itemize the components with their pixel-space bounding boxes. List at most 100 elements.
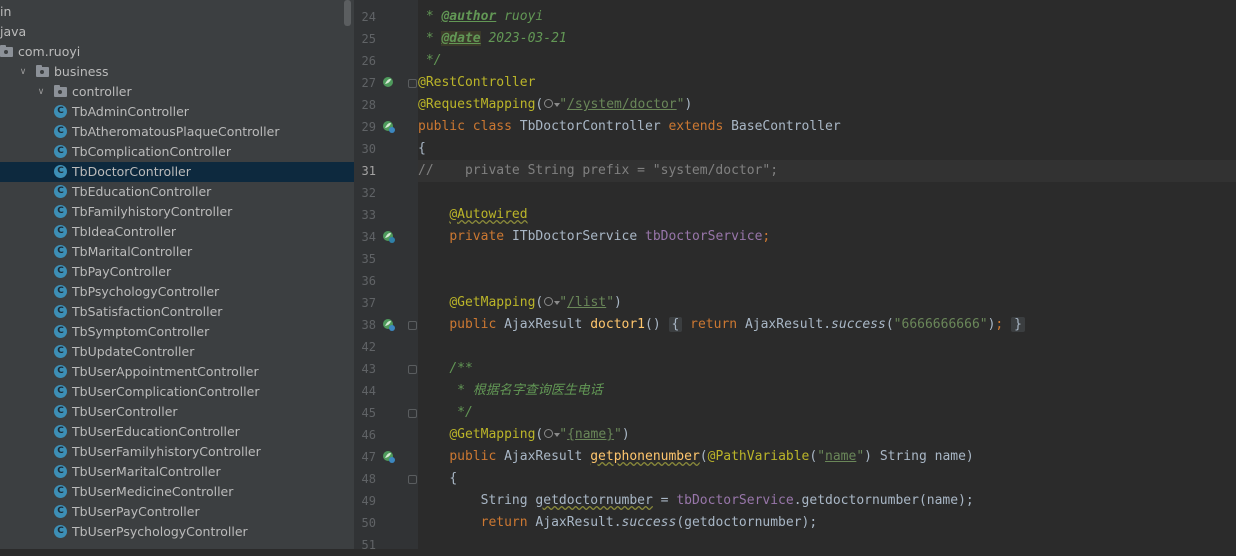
globe-icon[interactable] (543, 98, 561, 110)
java-class-icon: C (54, 205, 67, 218)
tree-item-package[interactable]: ∨ controller (0, 82, 354, 102)
tree-item-class[interactable]: C TbSymptomController (0, 322, 354, 342)
java-class-icon: C (54, 485, 67, 498)
tree-item-text[interactable]: in (0, 2, 354, 22)
tree-item-class[interactable]: C TbUserPsychologyController (0, 522, 354, 542)
line-number: 44 (361, 384, 376, 398)
code-line-46: @GetMapping("{name}") (449, 427, 630, 442)
code-line-48: { (449, 471, 458, 486)
tree-item-class[interactable]: C TbUserController (0, 402, 354, 422)
tree-item-label: com.ruoyi (18, 44, 81, 59)
line-number: 30 (361, 142, 376, 156)
tree-item-label: java (0, 24, 27, 39)
line-number: 37 (361, 296, 376, 310)
bean-icon[interactable] (382, 76, 396, 90)
tree-item-label: business (54, 64, 109, 79)
line-number: 45 (361, 406, 376, 420)
package-folder-icon (0, 45, 13, 57)
tree-item-class[interactable]: C TbPsychologyController (0, 282, 354, 302)
line-number: 43 (361, 362, 376, 376)
project-tree-panel: in java com.ruoyi ∨ business ∨ controller C TbAd… (0, 0, 354, 549)
mapping-icon[interactable] (382, 318, 396, 332)
tree-item-class[interactable]: C TbUserComplicationController (0, 382, 354, 402)
line-number: 29 (361, 120, 376, 134)
code-line-34: private ITbDoctorService tbDoctorService… (449, 229, 771, 244)
line-number: 24 (361, 10, 376, 24)
tree-item-label: TbUserPayController (72, 504, 200, 519)
tree-item-class[interactable]: C TbSatisfactionController (0, 302, 354, 322)
tree-item-label: TbUserComplicationController (72, 384, 260, 399)
tree-item-text[interactable]: java (0, 22, 354, 42)
tree-item-label: TbDoctorController (72, 164, 191, 179)
java-class-icon: C (54, 225, 67, 238)
tree-item-label: TbPsychologyController (72, 284, 220, 299)
chevron-down-icon[interactable]: ∨ (36, 82, 46, 102)
mapping-icon[interactable] (382, 450, 396, 464)
tree-item-class[interactable]: C TbUpdateController (0, 342, 354, 362)
line-number: 48 (361, 472, 376, 486)
globe-icon[interactable] (543, 296, 561, 308)
tree-item-class[interactable]: C TbUserEducationController (0, 422, 354, 442)
line-number: 49 (361, 494, 376, 508)
autowired-icon[interactable] (382, 230, 396, 244)
bean-run-icon[interactable] (382, 120, 396, 134)
tree-item-package[interactable]: ∨ business (0, 62, 354, 82)
fold-marker-icon[interactable] (408, 365, 417, 374)
tree-item-label: TbUserFamilyhistoryController (72, 444, 261, 459)
line-number: 32 (361, 186, 376, 200)
line-number: 28 (361, 98, 376, 112)
tree-item-class[interactable]: C TbUserMaritalController (0, 462, 354, 482)
code-line-43: /** (449, 361, 473, 376)
tree-item-class[interactable]: C TbIdeaController (0, 222, 354, 242)
java-class-icon: C (54, 345, 67, 358)
code-line-38: public AjaxResult doctor1() { return Aja… (418, 314, 1236, 336)
chevron-down-icon[interactable]: ∨ (18, 62, 28, 82)
fold-marker-icon[interactable] (408, 321, 417, 330)
java-class-icon: C (54, 325, 67, 338)
line-number: 35 (361, 252, 376, 266)
line-number: 26 (361, 54, 376, 68)
tree-item-class[interactable]: C TbUserPayController (0, 502, 354, 522)
tree-item-class[interactable]: C TbUserMedicineController (0, 482, 354, 502)
tree-item-class[interactable]: C TbUserAppointmentController (0, 362, 354, 382)
globe-icon[interactable] (543, 428, 561, 440)
tree-item-label: TbSatisfactionController (72, 304, 223, 319)
java-class-icon: C (54, 425, 67, 438)
tree-item-class[interactable]: C TbPayController (0, 262, 354, 282)
line-number: 34 (361, 230, 376, 244)
tree-item-class[interactable]: C TbMaritalController (0, 242, 354, 262)
line-number: 47 (361, 450, 376, 464)
fold-marker-icon[interactable] (408, 79, 417, 88)
tree-item-label: TbUserPsychologyController (72, 524, 248, 539)
tree-item-label: TbFamilyhistoryController (72, 204, 233, 219)
tree-item-class[interactable]: C TbAdminController (0, 102, 354, 122)
java-class-icon: C (54, 405, 67, 418)
tree-item-label: TbUserEducationController (72, 424, 240, 439)
line-number: 50 (361, 516, 376, 530)
tree-item-class[interactable]: C TbFamilyhistoryController (0, 202, 354, 222)
tree-item-class[interactable]: C TbUserFamilyhistoryController (0, 442, 354, 462)
code-line-24: * @author ruoyi (418, 9, 544, 24)
tree-item-package[interactable]: com.ruoyi (0, 42, 354, 62)
fold-marker-icon[interactable] (408, 475, 417, 484)
code-line-49: String getdoctornumber = tbDoctorService… (480, 493, 974, 508)
tree-item-label: TbComplicationController (72, 144, 231, 159)
tree-item-class[interactable]: C TbComplicationController (0, 142, 354, 162)
code-line-25: * @date 2023-03-21 (418, 31, 567, 46)
fold-marker-icon[interactable] (408, 409, 417, 418)
tree-item-label: TbEducationController (72, 184, 212, 199)
java-class-icon: C (54, 145, 67, 158)
tree-item-label: TbAdminController (72, 104, 189, 119)
tree-item-label: TbSymptomController (72, 324, 210, 339)
tree-item-class[interactable]: C TbEducationController (0, 182, 354, 202)
code-editor[interactable]: * @author ruoyi * @date 2023-03-21 */ @R… (418, 0, 1236, 549)
line-number: 33 (361, 208, 376, 222)
code-line-44: * 根据名字查询医生电话 (449, 383, 603, 398)
line-number: 46 (361, 428, 376, 442)
java-class-icon: C (54, 305, 67, 318)
code-line-45: */ (449, 405, 473, 420)
tree-item-class[interactable]: C TbDoctorController (0, 162, 354, 182)
java-class-icon: C (54, 465, 67, 478)
line-number: 51 (361, 538, 376, 552)
tree-item-class[interactable]: C TbAtheromatousPlaqueController (0, 122, 354, 142)
